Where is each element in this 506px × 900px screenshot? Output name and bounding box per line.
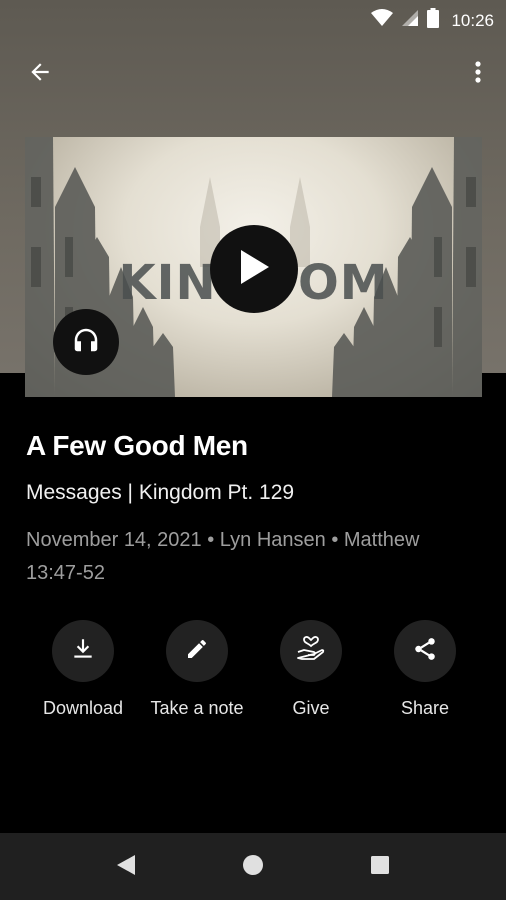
pencil-icon [185, 637, 209, 666]
status-icons: 10:26 [371, 8, 494, 33]
take-note-label: Take a note [150, 698, 244, 718]
arrow-left-icon [27, 59, 53, 90]
sermon-artwork: THE KINGDOM [25, 137, 482, 397]
more-options-button[interactable] [466, 56, 490, 92]
nav-home-button[interactable] [237, 851, 269, 883]
system-nav-bar [0, 833, 506, 900]
home-circle-icon [242, 854, 264, 881]
more-vertical-icon [475, 60, 481, 89]
nav-back-button[interactable] [110, 851, 142, 883]
back-button[interactable] [22, 56, 58, 92]
headphones-icon [70, 325, 102, 360]
download-button[interactable]: Download [26, 620, 140, 719]
play-icon [237, 248, 271, 291]
back-triangle-icon [115, 853, 137, 882]
play-button[interactable] [210, 225, 298, 313]
sermon-title: A Few Good Men [26, 430, 248, 461]
share-circle[interactable] [394, 620, 456, 682]
sermon-meta: November 14, 2021 • Lyn Hansen • Matthew… [26, 529, 420, 584]
take-note-button[interactable]: Take a note [140, 620, 254, 719]
nav-recents-button[interactable] [364, 851, 396, 883]
signal-icon [401, 9, 419, 32]
share-label: Share [400, 698, 450, 718]
give-button[interactable]: Give [254, 620, 368, 719]
audio-only-button[interactable] [53, 309, 119, 375]
action-row: Download Take a note Give Share [26, 620, 484, 730]
share-icon [412, 636, 438, 667]
share-button[interactable]: Share [368, 620, 482, 719]
download-circle[interactable] [52, 620, 114, 682]
download-label: Download [42, 698, 124, 718]
take-note-circle[interactable] [166, 620, 228, 682]
download-icon [70, 636, 96, 667]
status-bar: 10:26 [0, 0, 506, 36]
recents-square-icon [370, 855, 390, 880]
sermon-series: Messages | Kingdom Pt. 129 [26, 481, 295, 504]
give-label: Give [292, 698, 330, 718]
give-circle[interactable] [280, 620, 342, 682]
status-time: 10:26 [451, 10, 494, 30]
give-heart-hand-icon [296, 635, 326, 668]
battery-icon [427, 8, 440, 33]
wifi-icon [371, 9, 394, 32]
